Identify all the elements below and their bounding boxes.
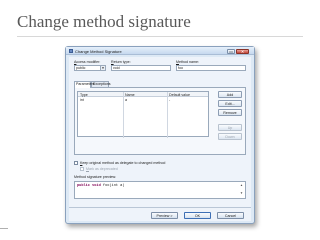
dialog-titlebar[interactable]: Change Method Signature ▭ ✕: [66, 47, 254, 55]
change-method-signature-dialog: Change Method Signature ▭ ✕ Access modif…: [65, 46, 255, 224]
up-button[interactable]: Up: [218, 124, 242, 131]
application-icon: [69, 49, 73, 53]
tab-parameters[interactable]: Parameters: [74, 81, 95, 88]
corner-divider: [0, 228, 8, 229]
method-signature-preview[interactable]: public void foo(int a) ▲ ▼: [74, 181, 246, 199]
preview-button-label: Preview >: [156, 214, 173, 218]
scroll-up-icon[interactable]: ▲: [240, 183, 243, 187]
method-name-value: foo: [178, 66, 183, 70]
method-name-label: Method name:: [176, 60, 199, 64]
add-button-label: Add: [226, 93, 234, 97]
column-header-type[interactable]: Type: [80, 93, 88, 97]
tab-parameters-label: Parameters: [76, 82, 95, 86]
dialog-title: Change Method Signature: [75, 48, 122, 54]
down-button[interactable]: Down: [218, 133, 242, 140]
maximize-button[interactable]: ▭: [227, 48, 235, 54]
return-type-value: void: [113, 66, 120, 70]
preview-keywords: public void: [77, 184, 101, 188]
method-name-input[interactable]: foo: [176, 65, 246, 71]
return-type-label: Return type:: [111, 60, 131, 64]
chevron-down-icon[interactable]: ▼: [100, 66, 105, 70]
close-button[interactable]: ✕: [236, 48, 249, 54]
parameters-table[interactable]: Type Name Default value int a -: [77, 91, 209, 138]
mark-deprecated-checkbox[interactable]: [80, 167, 84, 171]
preview-code: public void foo(int a): [77, 184, 124, 188]
title-divider: [17, 36, 303, 37]
access-modifier-label: Access modifier:: [74, 60, 101, 64]
ok-button-label: OK: [194, 214, 201, 218]
tab-exceptions-label: Exceptions: [93, 82, 111, 86]
slide-title: Change method signature: [17, 12, 191, 31]
column-header-name[interactable]: Name: [125, 93, 135, 97]
up-button-label: Up: [227, 126, 233, 130]
keep-delegate-checkbox[interactable]: [74, 161, 78, 165]
mark-deprecated-label: Mark as deprecated: [86, 167, 118, 171]
ok-button[interactable]: OK: [184, 212, 211, 219]
cell-default-value[interactable]: -: [169, 98, 170, 102]
preview-button[interactable]: Preview >: [151, 212, 178, 219]
edit-button-label: Edit...: [225, 102, 235, 106]
edit-button[interactable]: Edit...: [218, 100, 242, 107]
access-modifier-select[interactable]: public ▼: [74, 65, 106, 71]
remove-button-label: Remove: [223, 111, 237, 115]
footer-divider: [69, 207, 251, 208]
remove-button[interactable]: Remove: [218, 109, 242, 116]
scroll-down-icon[interactable]: ▼: [240, 191, 243, 195]
cell-type[interactable]: int: [80, 98, 84, 102]
add-button[interactable]: Add: [218, 91, 242, 98]
preview-label: Method signature preview:: [74, 175, 117, 179]
column-header-default-value[interactable]: Default value: [169, 93, 190, 97]
table-row[interactable]: int a -: [78, 97, 208, 102]
return-type-input[interactable]: void: [111, 65, 171, 71]
down-button-label: Down: [225, 135, 235, 139]
cancel-button-label: Cancel: [224, 214, 237, 218]
cancel-button[interactable]: Cancel: [217, 212, 244, 219]
preview-signature: foo(int a): [102, 184, 125, 188]
cell-name[interactable]: a: [125, 98, 127, 102]
keep-delegate-label: Keep original method as delegate to chan…: [80, 161, 166, 165]
dialog-body: Access modifier: public ▼ Return type: v…: [69, 57, 251, 221]
access-modifier-value: public: [76, 66, 86, 70]
